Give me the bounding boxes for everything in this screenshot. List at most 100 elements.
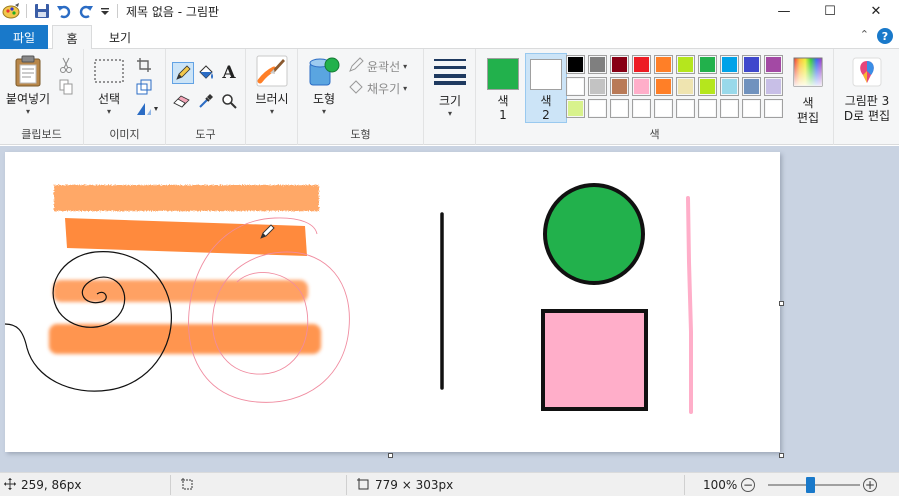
undo-icon[interactable] (53, 0, 75, 22)
green-circle-shape (543, 183, 645, 285)
edit-colors-button[interactable]: 색 편집 (788, 57, 828, 126)
palette-swatch[interactable] (698, 55, 717, 74)
size-button[interactable]: 크기 ▾ (430, 57, 470, 119)
canvas-resize-handle-corner[interactable] (779, 453, 784, 458)
paste-button[interactable]: 붙여넣기 ▾ (4, 55, 52, 117)
palette-swatch[interactable] (566, 99, 585, 118)
palette-swatch-color (744, 79, 759, 94)
customize-quick-access-icon[interactable] (97, 0, 113, 22)
canvas-resize-handle-right[interactable] (779, 301, 784, 306)
palette-swatch-color (744, 57, 759, 72)
pencil-icon[interactable] (172, 62, 194, 84)
palette-swatch-color (634, 79, 649, 94)
outline-label: 윤곽선 (367, 60, 401, 74)
outline-pencil-icon (348, 57, 364, 76)
group-label-colors: 색 (649, 128, 660, 141)
fill-bucket-small-icon (348, 79, 364, 98)
palette-swatch-color (678, 79, 693, 94)
palette-swatch[interactable] (698, 99, 717, 118)
collapse-ribbon-icon[interactable]: ⌃ (860, 28, 869, 41)
tab-file[interactable]: 파일 (0, 25, 48, 49)
fill-bucket-icon[interactable] (196, 63, 216, 83)
drawing-canvas[interactable] (4, 152, 780, 452)
color-2-label-line1: 색 (540, 94, 552, 108)
palette-swatch-color (590, 101, 605, 116)
color-1-button[interactable]: 색 1 (482, 53, 524, 123)
palette-swatch[interactable] (566, 55, 585, 74)
palette-swatch[interactable] (632, 99, 651, 118)
palette-swatch-color (612, 101, 627, 116)
zoom-slider-thumb[interactable] (806, 477, 815, 493)
canvas-resize-handle-bottom[interactable] (388, 453, 393, 458)
palette-swatch[interactable] (720, 77, 739, 96)
help-icon[interactable]: ? (877, 28, 893, 44)
palette-swatch[interactable] (676, 99, 695, 118)
maximize-button[interactable]: ☐ (807, 0, 853, 22)
group-image: 선택 ▾ 이미지 (84, 49, 166, 145)
palette-swatch[interactable] (742, 99, 761, 118)
chevron-down-icon: ▾ (403, 61, 408, 71)
outline-dropdown[interactable]: 윤곽선 ▾ (348, 57, 407, 76)
fill-dropdown[interactable]: 채우기 ▾ (348, 79, 407, 98)
minimize-button[interactable]: — (761, 0, 807, 22)
rotate-icon[interactable] (134, 99, 160, 119)
selection-rectangle-icon (94, 59, 124, 86)
marker-stroke (65, 218, 307, 256)
zoom-in-button[interactable]: + (863, 478, 877, 492)
palette-swatch[interactable] (588, 99, 607, 118)
palette-swatch[interactable] (654, 55, 673, 74)
color-1-label-line1: 색 (497, 94, 509, 108)
resize-icon[interactable] (134, 77, 154, 97)
palette-swatch[interactable] (742, 77, 761, 96)
color-2-label-line2: 2 (542, 108, 550, 122)
select-button[interactable]: 선택 ▾ (90, 59, 128, 117)
palette-swatch-color (722, 57, 737, 72)
edit-with-paint3d-button[interactable]: 그림판 3 D로 편집 (838, 57, 896, 124)
palette-swatch[interactable] (698, 77, 717, 96)
shapes-button[interactable]: 도형 ▾ (304, 55, 344, 117)
color-picker-icon[interactable] (196, 91, 216, 111)
canvas-workspace[interactable] (0, 146, 899, 472)
status-bar: 259, 86px 779 × 303px 100% − + (0, 472, 899, 496)
palette-swatch[interactable] (632, 77, 651, 96)
separator (170, 475, 171, 495)
palette-swatch[interactable] (588, 55, 607, 74)
tab-home[interactable]: 홈 (52, 25, 92, 50)
color-2-button[interactable]: 색 2 (525, 53, 567, 123)
palette-swatch[interactable] (588, 77, 607, 96)
close-button[interactable]: ✕ (853, 0, 899, 22)
eraser-icon[interactable] (172, 91, 192, 111)
palette-swatch[interactable] (610, 55, 629, 74)
palette-swatch[interactable] (676, 77, 695, 96)
palette-swatch[interactable] (654, 99, 673, 118)
crop-icon[interactable] (134, 55, 154, 75)
palette-swatch[interactable] (764, 55, 783, 74)
tab-view[interactable]: 보기 (98, 25, 142, 49)
copy-icon[interactable] (56, 77, 76, 97)
magnifier-icon[interactable] (219, 91, 239, 111)
cut-icon[interactable] (56, 55, 76, 75)
palette-swatch-color (678, 101, 693, 116)
palette-swatch[interactable] (632, 55, 651, 74)
palette-swatch[interactable] (764, 77, 783, 96)
group-shapes: 도형 ▾ 윤곽선 ▾ 채우기 ▾ 도형 (298, 49, 424, 145)
redo-icon[interactable] (75, 0, 97, 22)
select-label: 선택 (97, 92, 121, 106)
text-icon[interactable]: A (219, 63, 239, 83)
palette-swatch[interactable] (720, 55, 739, 74)
zoom-out-button[interactable]: − (741, 478, 755, 492)
palette-swatch[interactable] (566, 77, 585, 96)
paint-app-icon[interactable] (0, 0, 22, 22)
separator (684, 475, 685, 495)
palette-swatch[interactable] (610, 77, 629, 96)
save-icon[interactable] (31, 0, 53, 22)
edit-colors-line2: 편집 (796, 111, 820, 125)
brushes-button[interactable]: 브러시 ▾ (252, 55, 292, 117)
palette-swatch[interactable] (720, 99, 739, 118)
palette-swatch[interactable] (654, 77, 673, 96)
palette-swatch[interactable] (742, 55, 761, 74)
palette-swatch[interactable] (676, 55, 695, 74)
chevron-down-icon: ▾ (106, 107, 111, 116)
palette-swatch[interactable] (610, 99, 629, 118)
palette-swatch[interactable] (764, 99, 783, 118)
